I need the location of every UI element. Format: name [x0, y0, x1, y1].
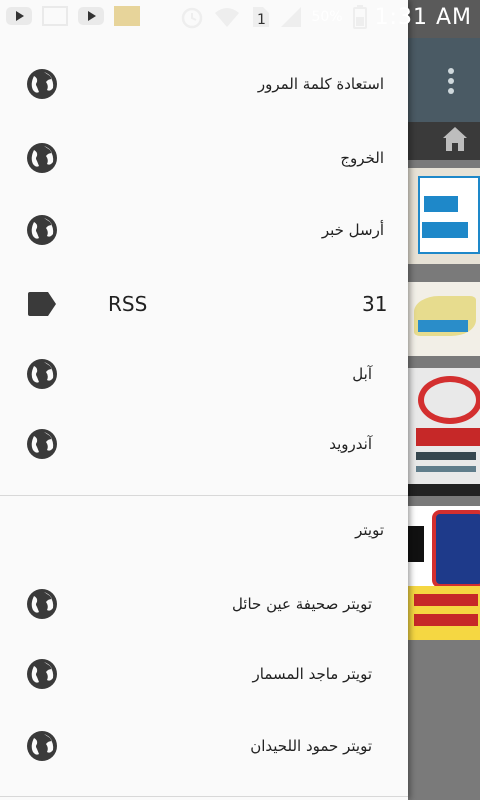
signal-icon [281, 7, 302, 27]
globe-icon [27, 731, 57, 761]
globe-icon [27, 659, 57, 689]
rss-count: 31 [362, 292, 388, 316]
drawer-item-rss[interactable]: RSS 31 [0, 268, 408, 340]
battery-percent: 50% [311, 9, 343, 25]
drawer-item-logout[interactable]: الخروج [0, 122, 408, 194]
drawer-item-label: آندرويد [329, 435, 372, 453]
overflow-menu-icon[interactable] [448, 68, 454, 94]
globe-icon [27, 589, 57, 619]
drawer-item-reset-password[interactable]: استعادة كلمة المرور [0, 48, 408, 120]
drawer-item-label: آبل [352, 365, 372, 383]
drawer-item-label: استعادة كلمة المرور [257, 75, 384, 93]
news-tile[interactable] [408, 282, 480, 356]
battery-icon [352, 5, 367, 29]
globe-icon [27, 215, 57, 245]
drawer-item-android[interactable]: آندرويد [0, 408, 408, 480]
drawer-item-twitter-hamoud[interactable]: تويتر حمود اللحيدان [0, 710, 408, 782]
news-tile[interactable] [408, 168, 480, 264]
drawer-item-apple[interactable]: آبل [0, 338, 408, 410]
news-tile[interactable] [408, 506, 480, 588]
rss-label: RSS [108, 292, 148, 316]
drawer-divider [0, 495, 408, 496]
navigation-drawer: استعادة كلمة المرور الخروج أرسل خبر RSS … [0, 0, 408, 800]
drawer-item-label: تويتر صحيفة عين حائل [231, 595, 372, 613]
home-icon[interactable] [440, 124, 470, 154]
youtube-icon [6, 7, 32, 25]
globe-icon [27, 429, 57, 459]
globe-icon [27, 143, 57, 173]
alarm-icon [182, 7, 203, 29]
news-tile[interactable] [408, 586, 480, 640]
clock: 1:31 AM [374, 4, 472, 30]
globe-icon [27, 359, 57, 389]
map-icon [114, 6, 140, 26]
svg-text:1: 1 [257, 12, 266, 28]
drawer-item-label: الخروج [340, 149, 384, 167]
image-icon [42, 6, 68, 26]
drawer-item-label: تويتر ماجد المسمار [252, 665, 372, 683]
drawer-item-twitter-ain-hail[interactable]: تويتر صحيفة عين حائل [0, 568, 408, 640]
news-tile[interactable] [408, 368, 480, 496]
wifi-icon [215, 8, 240, 27]
tag-icon [28, 292, 56, 316]
section-title-twitter: تويتر [355, 521, 384, 539]
drawer-item-label: تويتر حمود اللحيدان [250, 737, 372, 755]
drawer-divider [0, 796, 408, 797]
drawer-item-twitter-majed[interactable]: تويتر ماجد المسمار [0, 638, 408, 710]
drawer-item-label: أرسل خبر [321, 221, 384, 239]
youtube-icon [78, 7, 104, 25]
status-bar: 1 50% 1:31 AM [0, 0, 480, 38]
sim-icon: 1 [253, 7, 270, 28]
globe-icon [27, 69, 57, 99]
drawer-item-send-news[interactable]: أرسل خبر [0, 194, 408, 266]
